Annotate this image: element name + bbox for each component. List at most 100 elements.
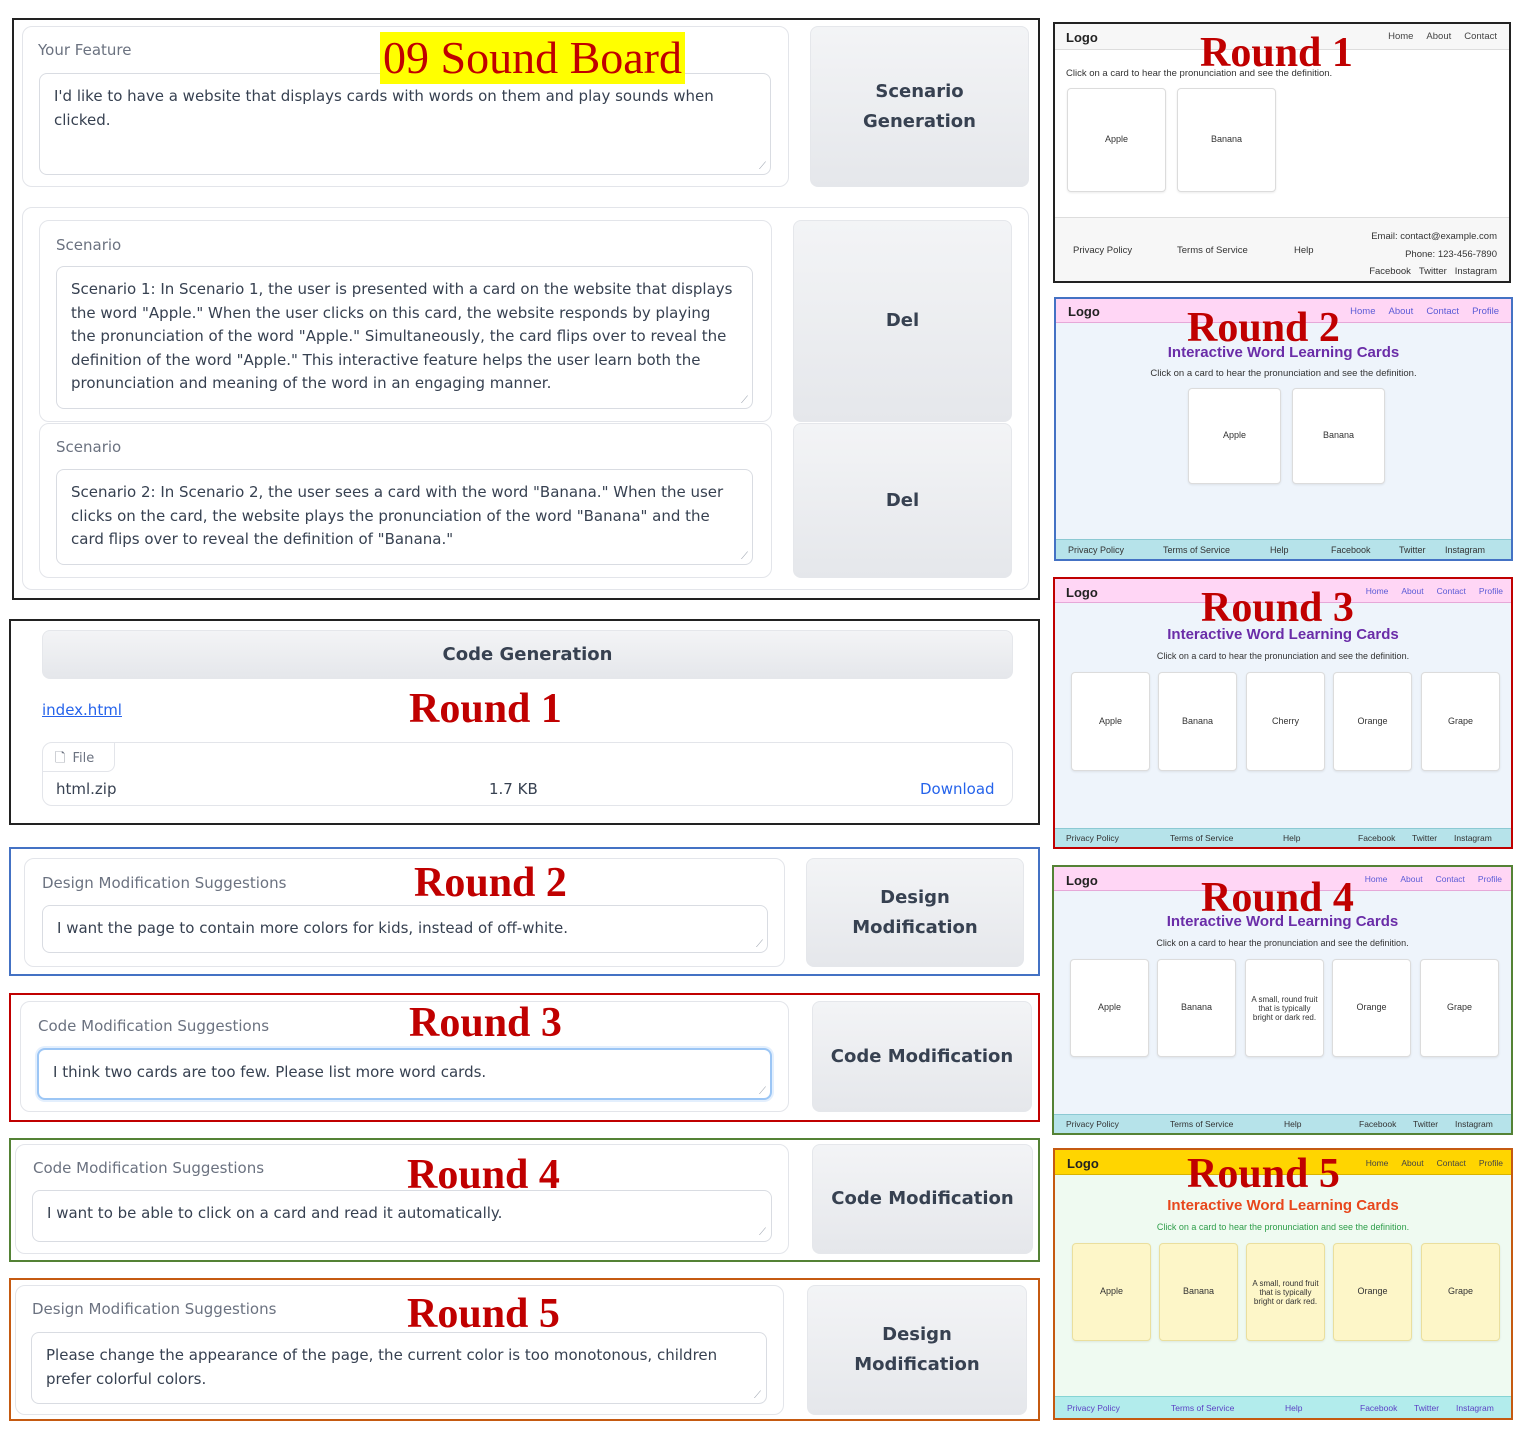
- delete-scenario-2-button[interactable]: Del: [793, 423, 1012, 578]
- nav-contact[interactable]: Contact: [1464, 31, 1497, 42]
- footer-privacy[interactable]: Privacy Policy: [1067, 1403, 1120, 1413]
- resize-grip-icon[interactable]: ⟋: [759, 1228, 769, 1238]
- preview-card-apple[interactable]: Apple: [1067, 88, 1166, 192]
- resize-grip-icon[interactable]: ⟋: [759, 162, 769, 172]
- preview-card-apple[interactable]: Apple: [1070, 959, 1149, 1057]
- footer-email: Email: contact@example.com: [1371, 231, 1497, 242]
- scenario-generation-button[interactable]: Scenario Generation: [810, 26, 1029, 187]
- footer-terms[interactable]: Terms of Service: [1170, 833, 1233, 843]
- nav-contact[interactable]: Contact: [1437, 586, 1466, 596]
- round-5-input[interactable]: Please change the appearance of the page…: [31, 1332, 767, 1404]
- resize-grip-icon[interactable]: ⟋: [741, 552, 751, 562]
- preview-footer: Privacy Policy Terms of Service Help Fac…: [1056, 539, 1511, 559]
- footer-privacy[interactable]: Privacy Policy: [1066, 1119, 1119, 1129]
- footer-privacy[interactable]: Privacy Policy: [1066, 833, 1119, 843]
- social-instagram[interactable]: Instagram: [1455, 1119, 1493, 1129]
- preview-round-4: Logo Home About Contact Profile Round 4 Int…: [1052, 865, 1513, 1135]
- social-instagram[interactable]: Instagram: [1445, 545, 1485, 555]
- social-instagram[interactable]: Instagram: [1454, 833, 1492, 843]
- preview-logo: Logo: [1066, 873, 1098, 888]
- preview-card-grape[interactable]: Grape: [1420, 959, 1499, 1057]
- feature-input[interactable]: I'd like to have a website that displays…: [39, 73, 771, 175]
- preview-card-flipped[interactable]: A small, round fruit that is typically b…: [1246, 1243, 1325, 1341]
- preview-card-grape[interactable]: Grape: [1421, 672, 1500, 771]
- nav-about[interactable]: About: [1401, 586, 1423, 596]
- preview-footer: Privacy Policy Terms of Service Help Fac…: [1055, 828, 1511, 847]
- preview-card-orange[interactable]: Orange: [1333, 1243, 1412, 1341]
- nav-about[interactable]: About: [1388, 306, 1413, 317]
- nav-home[interactable]: Home: [1388, 31, 1413, 42]
- social-twitter[interactable]: Twitter: [1399, 545, 1426, 555]
- file-link[interactable]: index.html: [42, 701, 122, 719]
- social-facebook[interactable]: Facebook: [1359, 1119, 1396, 1129]
- preview-card-banana[interactable]: Banana: [1292, 388, 1385, 484]
- nav-home[interactable]: Home: [1350, 306, 1375, 317]
- social-facebook[interactable]: Facebook: [1369, 266, 1411, 277]
- social-facebook[interactable]: Facebook: [1360, 1403, 1397, 1413]
- social-facebook[interactable]: Facebook: [1358, 833, 1395, 843]
- preview-card-orange[interactable]: Orange: [1332, 959, 1411, 1057]
- round-3-input[interactable]: I think two cards are too few. Please li…: [37, 1048, 772, 1100]
- nav-contact[interactable]: Contact: [1437, 1158, 1466, 1168]
- preview-card-apple[interactable]: Apple: [1188, 388, 1281, 484]
- round-3-code-modification-button[interactable]: Code Modification: [812, 1001, 1032, 1112]
- nav-about[interactable]: About: [1426, 31, 1451, 42]
- footer-privacy[interactable]: Privacy Policy: [1068, 545, 1124, 555]
- footer-help[interactable]: Help: [1283, 833, 1300, 843]
- nav-profile[interactable]: Profile: [1479, 586, 1503, 596]
- preview-card-apple[interactable]: Apple: [1071, 672, 1150, 771]
- nav-home[interactable]: Home: [1366, 586, 1389, 596]
- nav-about[interactable]: About: [1401, 1158, 1423, 1168]
- social-twitter[interactable]: Twitter: [1419, 266, 1447, 277]
- resize-grip-icon[interactable]: ⟋: [754, 1391, 764, 1401]
- resize-grip-icon[interactable]: ⟋: [756, 940, 766, 950]
- code-generation-button[interactable]: Code Generation: [42, 630, 1013, 679]
- round-4-input[interactable]: I want to be able to click on a card and…: [32, 1190, 772, 1242]
- social-twitter[interactable]: Twitter: [1414, 1403, 1439, 1413]
- preview-card-banana[interactable]: Banana: [1158, 672, 1237, 771]
- social-twitter[interactable]: Twitter: [1412, 833, 1437, 843]
- nav-home[interactable]: Home: [1365, 874, 1388, 884]
- footer-privacy[interactable]: Privacy Policy: [1073, 245, 1132, 256]
- nav-profile[interactable]: Profile: [1479, 1158, 1503, 1168]
- preview-card-banana[interactable]: Banana: [1157, 959, 1236, 1057]
- footer-help[interactable]: Help: [1270, 545, 1289, 555]
- social-facebook[interactable]: Facebook: [1331, 545, 1371, 555]
- preview-card-grape[interactable]: Grape: [1421, 1243, 1500, 1341]
- nav-profile[interactable]: Profile: [1478, 874, 1502, 884]
- round-5-design-modification-button[interactable]: Design Modification: [807, 1285, 1027, 1415]
- nav-home[interactable]: Home: [1366, 1158, 1389, 1168]
- round-4-code-modification-button[interactable]: Code Modification: [812, 1144, 1033, 1254]
- preview-card-banana[interactable]: Banana: [1159, 1243, 1238, 1341]
- preview-round-2: Logo Home About Contact Profile Round 2 Int…: [1054, 297, 1513, 561]
- nav-contact[interactable]: Contact: [1426, 306, 1459, 317]
- scenario-input-2[interactable]: Scenario 2: In Scenario 2, the user sees…: [56, 469, 753, 565]
- footer-terms[interactable]: Terms of Service: [1163, 545, 1230, 555]
- social-instagram[interactable]: Instagram: [1456, 1403, 1494, 1413]
- resize-grip-icon[interactable]: ⟋: [741, 396, 751, 406]
- nav-contact[interactable]: Contact: [1436, 874, 1465, 884]
- download-link[interactable]: Download: [920, 780, 995, 798]
- footer-help[interactable]: Help: [1285, 1403, 1302, 1413]
- preview-card-cherry[interactable]: Cherry: [1246, 672, 1325, 771]
- preview-nav: Home About Contact Profile: [1353, 1158, 1503, 1168]
- nav-about[interactable]: About: [1400, 874, 1422, 884]
- preview-card-orange[interactable]: Orange: [1333, 672, 1412, 771]
- footer-help[interactable]: Help: [1284, 1119, 1301, 1129]
- round-2-design-modification-button[interactable]: Design Modification: [806, 858, 1024, 967]
- footer-terms[interactable]: Terms of Service: [1171, 1403, 1234, 1413]
- scenario-input-1[interactable]: Scenario 1: In Scenario 1, the user is p…: [56, 266, 753, 409]
- social-twitter[interactable]: Twitter: [1413, 1119, 1438, 1129]
- social-instagram[interactable]: Instagram: [1455, 266, 1497, 277]
- footer-terms[interactable]: Terms of Service: [1170, 1119, 1233, 1129]
- footer-terms[interactable]: Terms of Service: [1177, 245, 1248, 256]
- preview-card-apple[interactable]: Apple: [1072, 1243, 1151, 1341]
- footer-help[interactable]: Help: [1294, 245, 1314, 256]
- preview-card-banana[interactable]: Banana: [1177, 88, 1276, 192]
- nav-profile[interactable]: Profile: [1472, 306, 1499, 317]
- preview-title: Interactive Word Learning Cards: [1167, 344, 1400, 361]
- delete-scenario-1-button[interactable]: Del: [793, 220, 1012, 422]
- resize-grip-icon[interactable]: ⟋: [759, 1087, 769, 1097]
- preview-card-flipped[interactable]: A small, round fruit that is typically b…: [1245, 959, 1324, 1057]
- round-2-input[interactable]: I want the page to contain more colors f…: [42, 905, 768, 953]
